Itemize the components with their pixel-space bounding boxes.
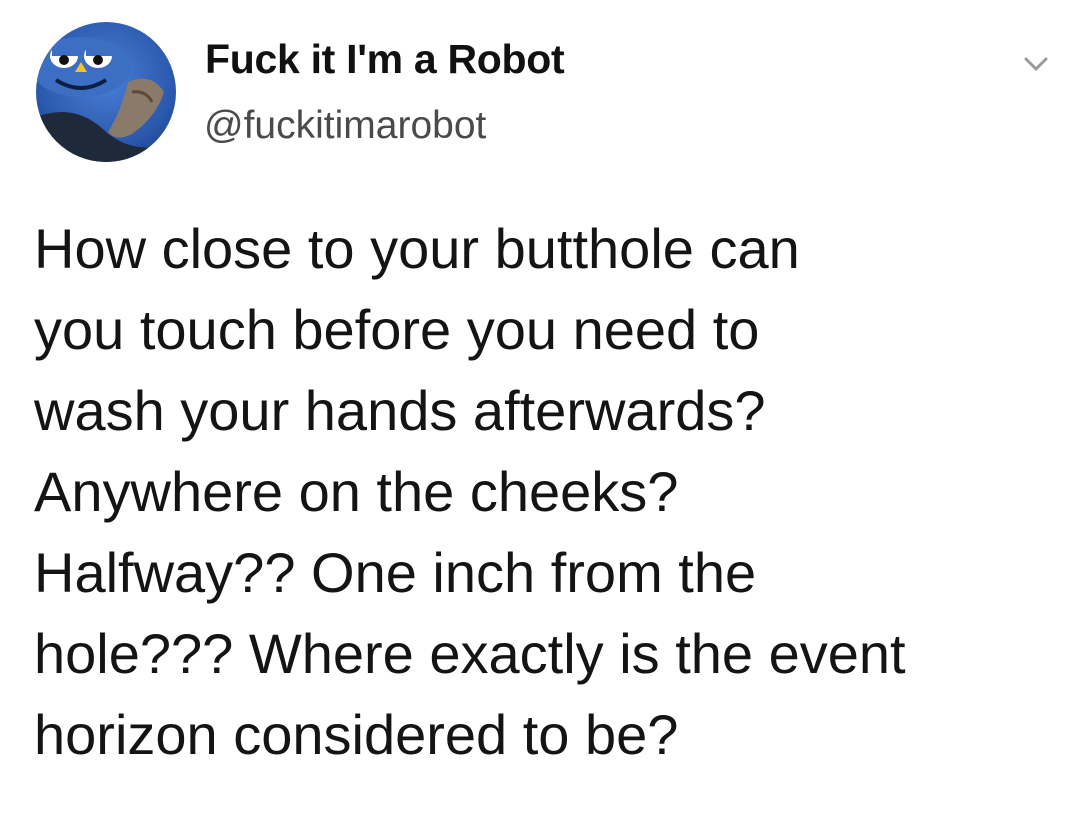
display-name[interactable]: Fuck it I'm a Robot <box>205 36 565 83</box>
tweet-menu-button[interactable] <box>1016 44 1056 84</box>
user-handle[interactable]: @fuckitimarobot <box>204 104 486 148</box>
tweet-text-line: How close to your butthole can <box>34 217 800 280</box>
tweet-card: Fuck it I'm a Robot @fuckitimarobot How … <box>0 0 1080 831</box>
tweet-text-line: horizon considered to be? <box>34 703 679 766</box>
tweet-text: How close to your butthole can you touch… <box>34 208 1054 775</box>
tweet-text-line: hole??? Where exactly is the event <box>34 622 906 685</box>
chevron-down-icon <box>1024 57 1048 71</box>
tweet-text-line: Halfway?? One inch from the <box>34 541 757 604</box>
avatar[interactable] <box>36 22 176 162</box>
tweet-text-line: you touch before you need to <box>34 298 760 361</box>
tweet-text-line: wash your hands afterwards? <box>34 379 766 442</box>
robot-avatar-icon <box>36 22 176 162</box>
tweet-text-line: Anywhere on the cheeks? <box>34 460 679 523</box>
